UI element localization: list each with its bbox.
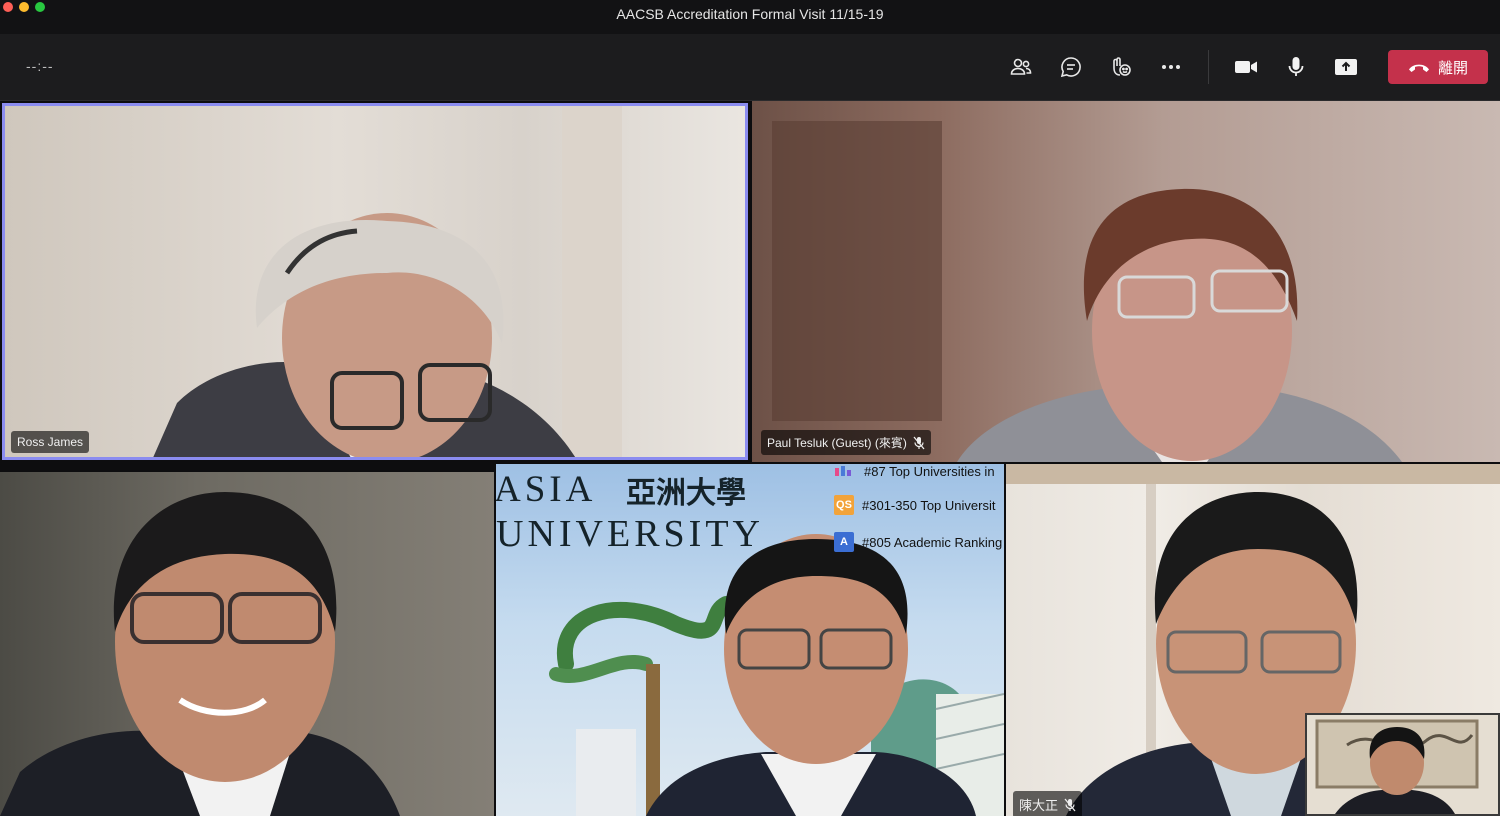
banner-title-asia: ASIA	[496, 469, 597, 510]
participant-name-tag: 陳大正	[1013, 791, 1083, 816]
camera-icon[interactable]	[1231, 52, 1261, 82]
participant-name-tag: Ross James	[11, 431, 90, 453]
participant-name-tag: Paul Tesluk (Guest) (來賓)	[761, 430, 931, 455]
participant-name: Paul Tesluk (Guest) (來賓)	[767, 436, 907, 450]
chat-icon[interactable]	[1056, 52, 1086, 82]
ranking-text: #87 Top Universities in	[864, 464, 995, 479]
toolbar-divider	[1208, 50, 1209, 84]
reactions-icon[interactable]	[1106, 52, 1136, 82]
banner-title-chinese: 亞洲大學	[626, 476, 746, 511]
self-view-thumbnail[interactable]	[1305, 713, 1500, 816]
participant-video-3	[0, 492, 400, 816]
video-tile-participant-3[interactable]	[0, 472, 494, 816]
meeting-timer: --:--	[26, 58, 54, 74]
ranking-row: A #805 Academic Ranking	[834, 532, 1002, 552]
participant-video-ross-james	[153, 106, 622, 457]
microphone-icon[interactable]	[1281, 52, 1311, 82]
share-screen-icon[interactable]	[1331, 52, 1361, 82]
window-title: AACSB Accreditation Formal Visit 11/15-1…	[616, 6, 884, 22]
muted-mic-icon	[1064, 798, 1076, 811]
ranking-row: #87 Top Universities in	[834, 464, 995, 479]
hang-up-icon	[1408, 64, 1429, 72]
more-icon[interactable]	[1156, 52, 1186, 82]
university-banner: ASIA 亞洲大學 UNIVERSITY #87 Top Universitie…	[496, 464, 1004, 564]
window-titlebar: AACSB Accreditation Formal Visit 11/15-1…	[0, 0, 1500, 34]
leave-button-label: 離開	[1437, 59, 1468, 77]
ranking-logo-icon: A	[834, 532, 854, 552]
participant-name: Ross James	[17, 435, 84, 449]
ranking-text: #301-350 Top Universit	[862, 497, 996, 513]
video-tile-paul-tesluk[interactable]: Paul Tesluk (Guest) (來賓)	[752, 101, 1500, 462]
participants-icon[interactable]	[1006, 52, 1036, 82]
banner-title-university: UNIVERSITY	[496, 513, 764, 555]
chart-icon	[835, 465, 851, 476]
self-view-video	[1315, 719, 1479, 814]
participant-name: 陳大正	[1019, 798, 1059, 813]
video-tile-ross-james[interactable]: Ross James	[2, 103, 748, 460]
ranking-text: #805 Academic Ranking	[862, 534, 1003, 550]
participant-video-paul-tesluk	[772, 121, 1402, 462]
qs-logo-icon: QS	[834, 495, 854, 515]
ranking-row: QS #301-350 Top Universit	[834, 495, 995, 515]
meeting-toolbar: --:-- 離開	[0, 34, 1500, 101]
muted-mic-icon	[913, 436, 925, 449]
leave-button[interactable]: 離開	[1388, 50, 1488, 84]
video-tile-participant-4[interactable]: ASIA 亞洲大學 UNIVERSITY #87 Top Universitie…	[496, 464, 1004, 816]
